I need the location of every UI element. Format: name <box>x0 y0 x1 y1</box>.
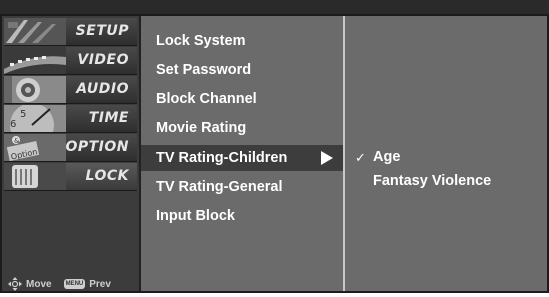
menu-item-label: TV Rating-Children <box>156 150 288 166</box>
move-arrows-icon <box>8 277 22 291</box>
menu-item-label: Block Channel <box>156 91 257 107</box>
menu-item-tv-rating-general[interactable]: TV Rating-General <box>141 174 345 200</box>
tv-osd-screen: SETUP VIDEO AUDIO 6 5 TIME Option & OPTI… <box>0 0 549 297</box>
setup-thumbnail-icon <box>4 18 66 45</box>
tab-label: AUDIO <box>76 81 129 97</box>
navigation-hints: Move MENU Prev <box>8 276 111 292</box>
menu-item-movie-rating[interactable]: Movie Rating <box>141 115 345 141</box>
category-column: SETUP VIDEO AUDIO 6 5 TIME Option & OPTI… <box>2 16 139 291</box>
tab-label: SETUP <box>75 23 129 39</box>
submenu-arrow-icon <box>321 151 333 165</box>
svg-text:5: 5 <box>20 109 26 120</box>
tab-label: TIME <box>88 110 129 126</box>
menu-item-tv-rating-children[interactable]: TV Rating-Children <box>141 145 345 171</box>
svg-text:&: & <box>14 137 20 145</box>
tab-label: OPTION <box>65 139 129 155</box>
menu-item-block-channel[interactable]: Block Channel <box>141 86 345 112</box>
menu-item-label: Movie Rating <box>156 120 247 136</box>
move-hint-label: Move <box>26 278 52 290</box>
checkmark-icon: ✓ <box>355 150 366 165</box>
menu-key-icon: MENU <box>63 279 86 289</box>
top-bar <box>0 0 549 14</box>
tab-option[interactable]: Option & OPTION <box>4 134 137 162</box>
menu-item-set-password[interactable]: Set Password <box>141 57 345 83</box>
option-thumbnail-icon: Option & <box>4 134 66 161</box>
menu-item-input-block[interactable]: Input Block <box>141 203 345 229</box>
tab-label: VIDEO <box>77 52 129 68</box>
submenu-item-label: Fantasy Violence <box>373 173 492 189</box>
lock-thumbnail-icon <box>4 163 66 190</box>
menu-item-label: Set Password <box>156 62 252 78</box>
tab-video[interactable]: VIDEO <box>4 47 137 75</box>
prev-hint-label: Prev <box>89 278 111 290</box>
tab-lock[interactable]: LOCK <box>4 163 137 191</box>
menu-item-label: Input Block <box>156 208 235 224</box>
svg-text:6: 6 <box>10 119 16 130</box>
tab-time[interactable]: 6 5 TIME <box>4 105 137 133</box>
submenu-item-age[interactable]: ✓ Age <box>345 146 545 168</box>
menu-item-lock-system[interactable]: Lock System <box>141 28 345 54</box>
tab-audio[interactable]: AUDIO <box>4 76 137 104</box>
time-thumbnail-icon: 6 5 <box>4 105 66 132</box>
video-thumbnail-icon <box>4 47 66 74</box>
tv-rating-children-submenu: ✓ Age Fantasy Violence <box>343 16 549 291</box>
audio-thumbnail-icon <box>4 76 66 103</box>
menu-item-label: TV Rating-General <box>156 179 283 195</box>
tab-label: LOCK <box>85 168 129 184</box>
menu-item-label: Lock System <box>156 33 246 49</box>
tab-setup[interactable]: SETUP <box>4 18 137 46</box>
lock-menu: Lock System Set Password Block Channel M… <box>139 16 345 291</box>
submenu-item-label: Age <box>373 149 401 165</box>
submenu-item-fantasy-violence[interactable]: Fantasy Violence <box>345 170 545 192</box>
